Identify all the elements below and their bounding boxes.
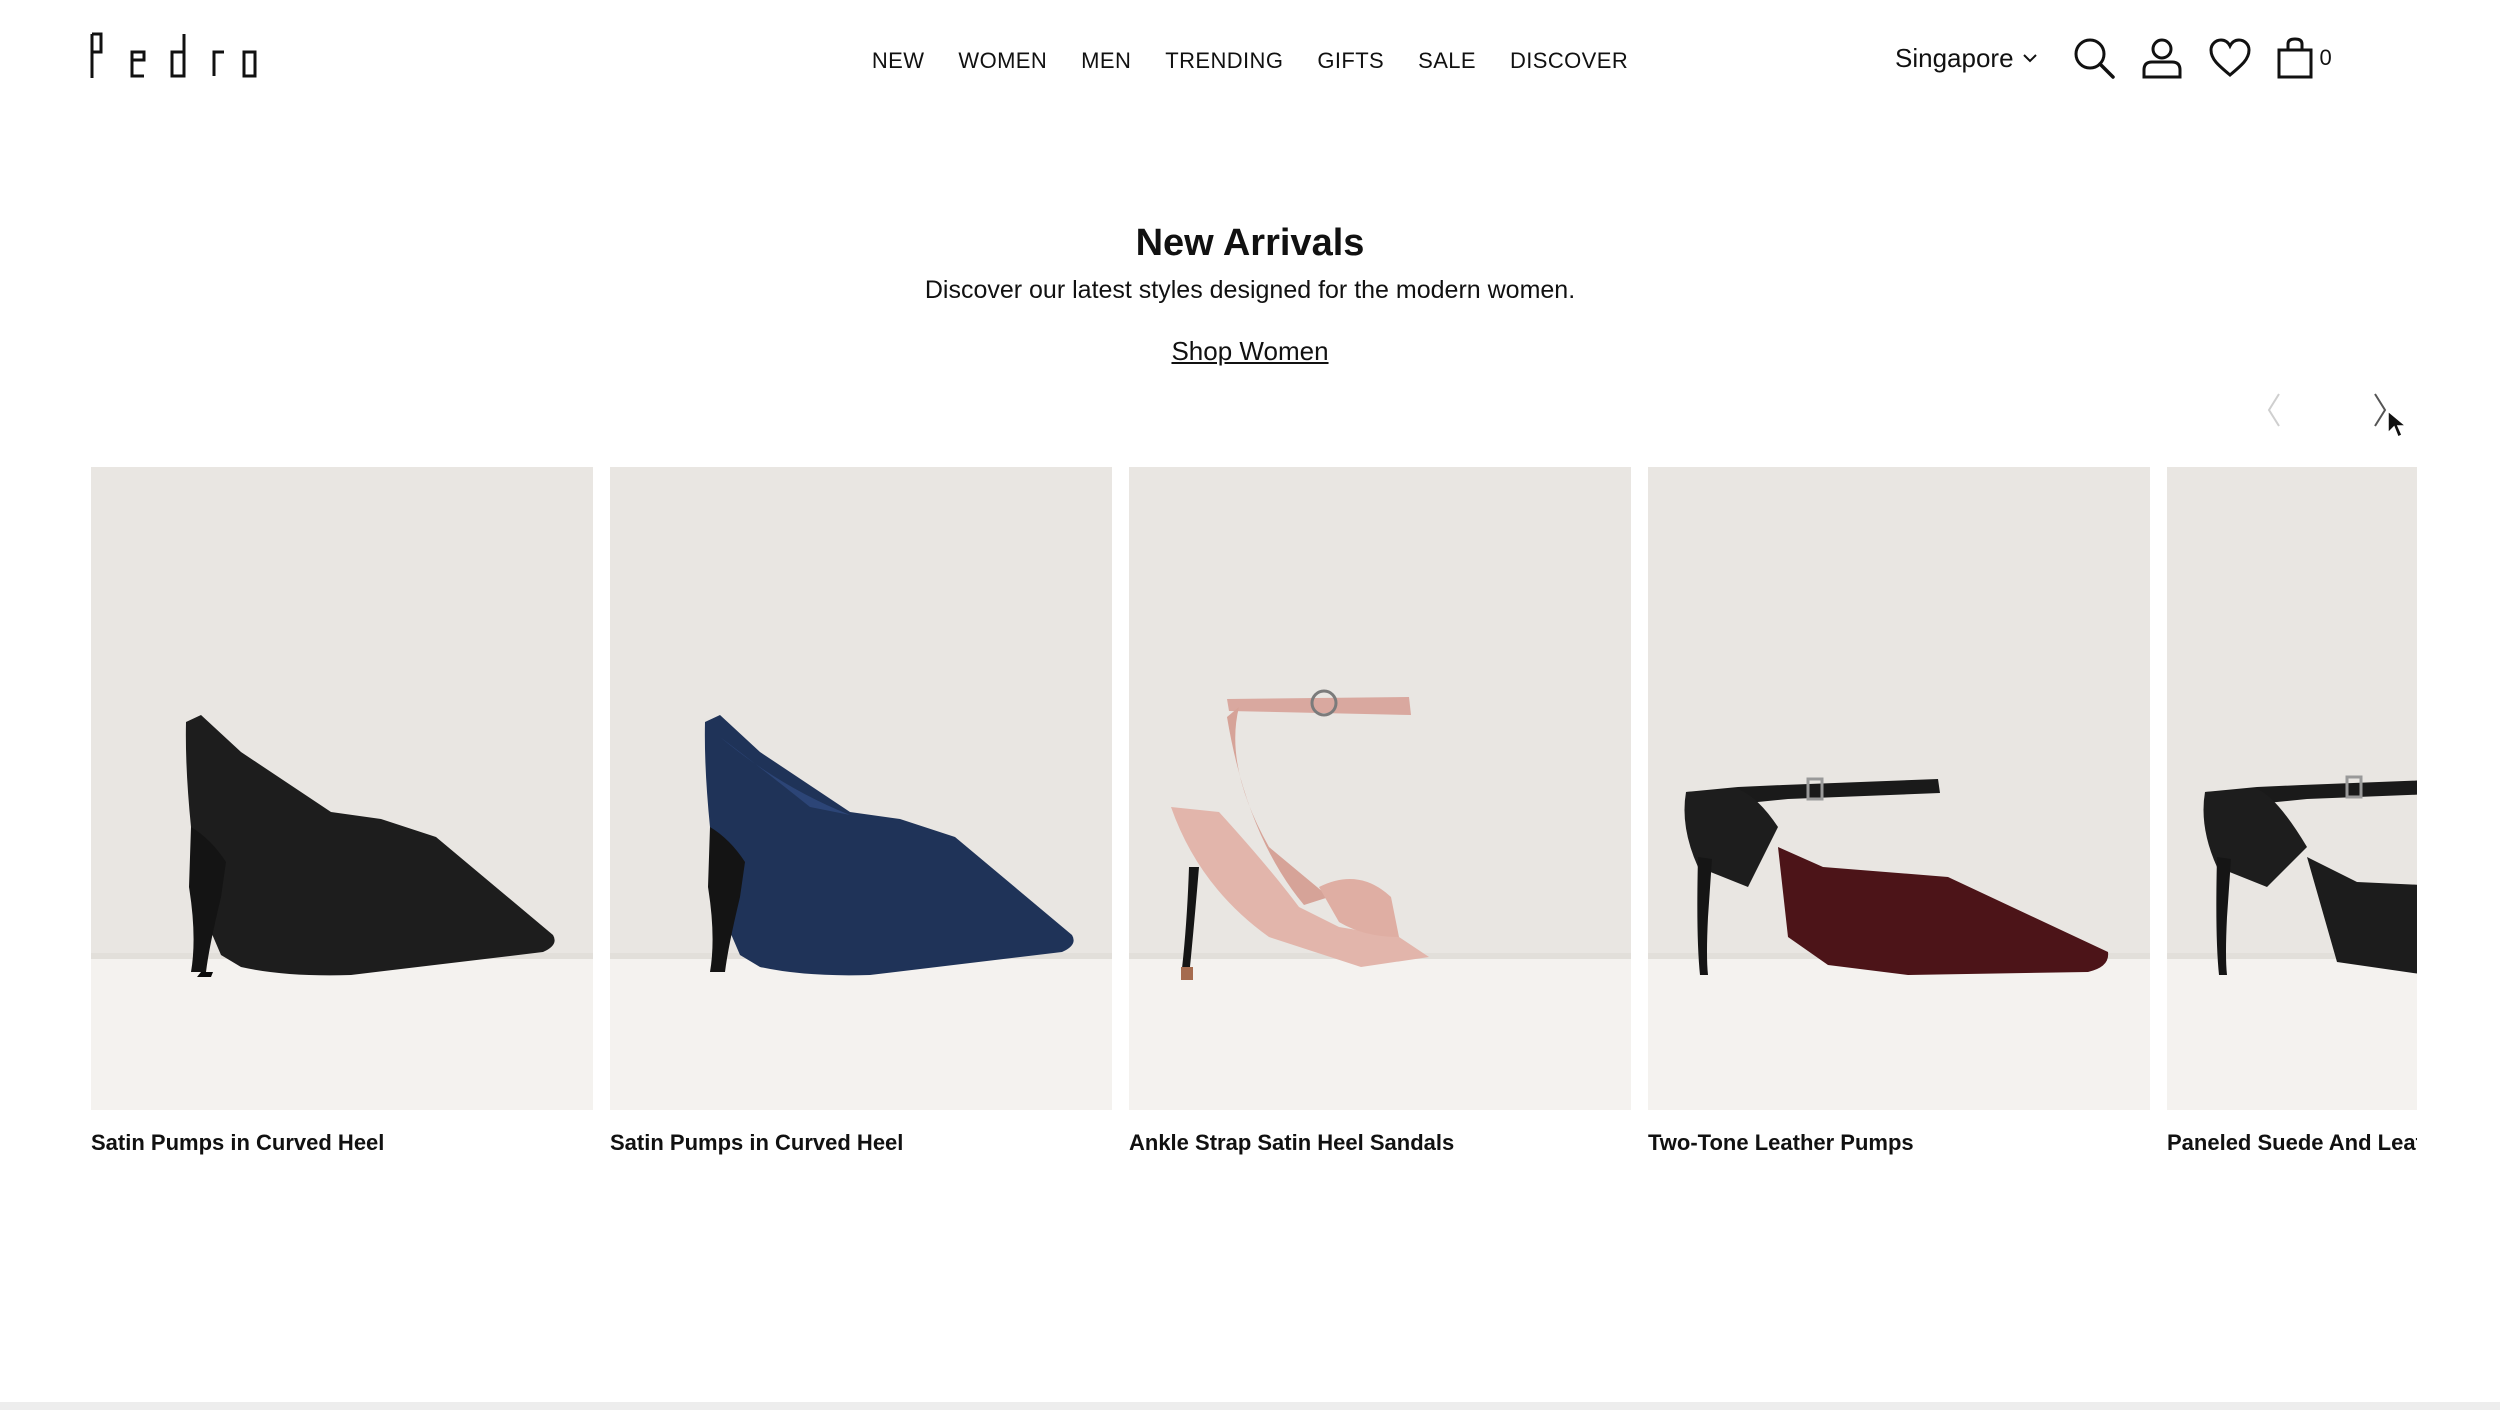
product-image-navy-satin-pump[interactable] — [610, 467, 1112, 1110]
product-name[interactable]: Satin Pumps in Curved Heel — [610, 1130, 1112, 1156]
carousel-controls — [2255, 390, 2405, 430]
nav-discover[interactable]: DISCOVER — [1510, 48, 1628, 74]
nav-men[interactable]: MEN — [1081, 48, 1131, 74]
product-card[interactable]: Satin Pumps in Curved Heel — [610, 467, 1112, 1156]
product-image-pink-ankle-strap-sandal[interactable] — [1129, 467, 1631, 1110]
product-name[interactable]: Two-Tone Leather Pumps — [1648, 1130, 2150, 1156]
nav-sale[interactable]: SALE — [1418, 48, 1476, 74]
nav-new[interactable]: NEW — [872, 48, 925, 74]
chevron-down-icon — [2022, 54, 2037, 63]
product-card[interactable]: Ankle Strap Satin Heel Sandals — [1129, 467, 1631, 1156]
country-selector[interactable]: Singapore — [1895, 43, 2038, 74]
product-name[interactable]: Paneled Suede And Leat — [2167, 1130, 2417, 1156]
prev-arrow-icon[interactable] — [2255, 390, 2295, 430]
product-carousel: Satin Pumps in Curved Heel Satin Pumps i… — [91, 467, 2417, 1167]
page-bottom-divider — [0, 1402, 2500, 1410]
section-title: New Arrivals — [1135, 222, 1365, 264]
shop-women-link[interactable]: Shop Women — [1171, 336, 1328, 367]
cart-bag-icon[interactable] — [2276, 36, 2314, 80]
product-name[interactable]: Ankle Strap Satin Heel Sandals — [1129, 1130, 1631, 1156]
account-icon[interactable] — [2140, 36, 2184, 80]
nav-gifts[interactable]: GIFTS — [1317, 48, 1384, 74]
product-image-black-satin-pump[interactable] — [91, 467, 593, 1110]
wishlist-heart-icon[interactable] — [2208, 38, 2252, 78]
section-subtitle: Discover our latest styles designed for … — [924, 276, 1576, 304]
product-image-black-paneled-pump[interactable] — [2167, 467, 2417, 1110]
product-card[interactable]: Satin Pumps in Curved Heel — [91, 467, 593, 1156]
product-image-burgundy-two-tone-pump[interactable] — [1648, 467, 2150, 1110]
product-name[interactable]: Satin Pumps in Curved Heel — [91, 1130, 593, 1156]
pedro-logo[interactable] — [88, 30, 258, 82]
cart-count: 0 — [2319, 45, 2332, 70]
mouse-cursor-icon — [2387, 409, 2408, 439]
product-card[interactable]: Paneled Suede And Leat — [2167, 467, 2417, 1156]
nav-women[interactable]: WOMEN — [958, 48, 1047, 74]
new-arrivals-section: New Arrivals Discover our latest styles … — [0, 220, 2500, 367]
utility-bar: Singapore 0 — [1895, 30, 2332, 86]
search-icon[interactable] — [2072, 36, 2116, 80]
country-label: Singapore — [1895, 42, 2014, 73]
nav-trending[interactable]: TRENDING — [1165, 48, 1283, 74]
site-header: NEW WOMEN MEN TRENDING GIFTS SALE DISCOV… — [0, 0, 2500, 125]
product-card[interactable]: Two-Tone Leather Pumps — [1648, 467, 2150, 1156]
